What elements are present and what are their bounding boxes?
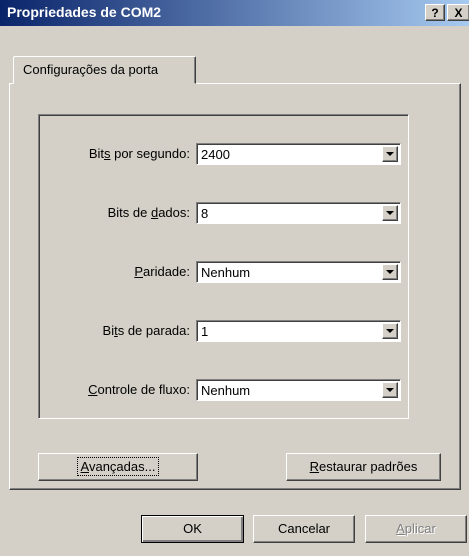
tab-configuracoes-da-porta[interactable]: Configurações da porta [13, 56, 196, 84]
bits-per-second-select[interactable]: 2400 [196, 143, 401, 165]
bits-per-second-label: Bits por segundo: [88, 146, 190, 161]
parity-select[interactable]: Nenhum [196, 261, 401, 283]
parity-label: Paridade: [134, 264, 190, 279]
restore-defaults-button[interactable]: Restaurar padrões [286, 453, 441, 481]
data-bits-select[interactable]: 8 [196, 202, 401, 224]
parity-value: Nenhum [201, 265, 251, 280]
dropdown-arrow-icon[interactable] [382, 205, 398, 221]
dropdown-arrow-icon[interactable] [382, 264, 398, 280]
apply-button[interactable]: Aplicar [365, 515, 467, 543]
stop-bits-label: Bits de parada: [102, 323, 190, 338]
ok-button[interactable]: OK [141, 515, 244, 543]
tab-label: Configurações da porta [23, 62, 159, 77]
flow-control-label: Controle de fluxo: [88, 382, 190, 397]
advanced-button[interactable]: Avançadas... [38, 453, 198, 481]
flow-control-select[interactable]: Nenhum [196, 379, 401, 401]
flow-control-value: Nenhum [201, 383, 251, 398]
stop-bits-value: 1 [201, 324, 209, 339]
dropdown-arrow-icon[interactable] [382, 323, 398, 339]
stop-bits-select[interactable]: 1 [196, 320, 401, 342]
window-title: Propriedades de COM2 [7, 4, 162, 20]
cancel-button[interactable]: Cancelar [253, 515, 355, 543]
data-bits-label: Bits de dados: [107, 205, 190, 220]
dropdown-arrow-icon[interactable] [382, 382, 398, 398]
data-bits-value: 8 [201, 206, 209, 221]
dropdown-arrow-icon[interactable] [382, 146, 398, 162]
bits-per-second-value: 2400 [201, 147, 230, 162]
title-bar: Propriedades de COM2 ? X [0, 0, 469, 26]
close-button[interactable]: X [447, 4, 469, 21]
help-button[interactable]: ? [425, 4, 445, 21]
